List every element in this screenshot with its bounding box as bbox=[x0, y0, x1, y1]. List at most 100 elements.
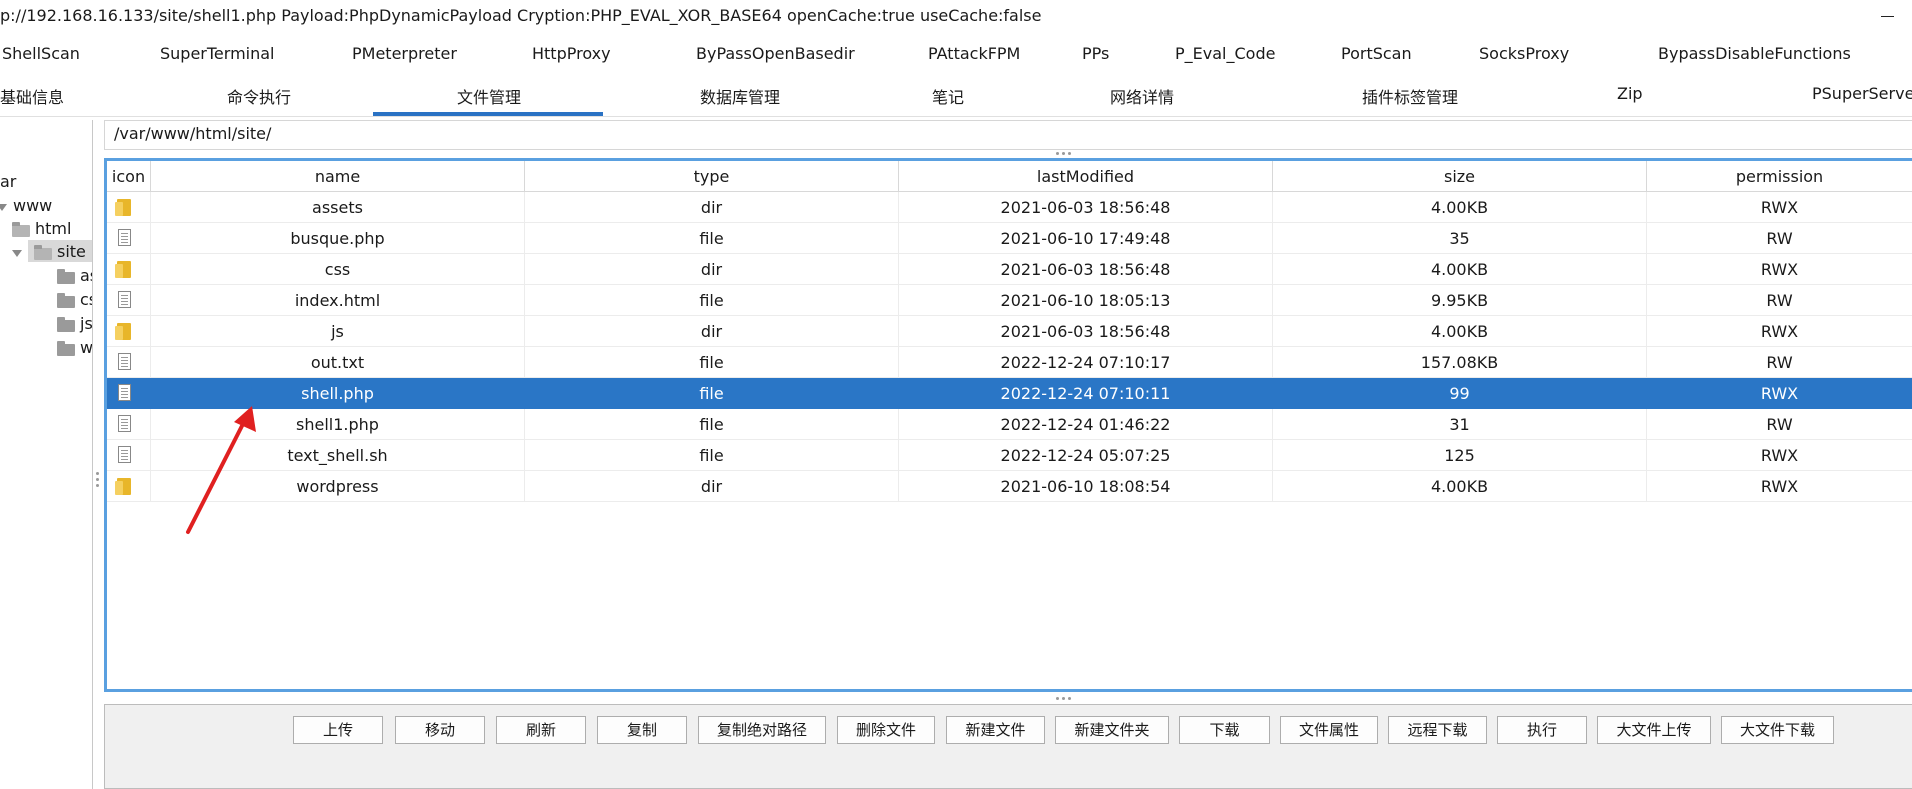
cell-type: file bbox=[525, 409, 899, 440]
cell-size: 4.00KB bbox=[1273, 254, 1647, 285]
cell-size: 125 bbox=[1273, 440, 1647, 471]
tab-pmeterpreter[interactable]: PMeterpreter bbox=[352, 44, 457, 63]
copy-button[interactable]: 复制 bbox=[597, 716, 687, 744]
table-row[interactable]: index.html file 2021-06-10 18:05:13 9.95KB R… bbox=[107, 285, 1912, 316]
tab-notes[interactable]: 笔记 bbox=[932, 84, 964, 108]
tree-node-label: site bbox=[57, 242, 86, 261]
tab-bypassdisablefunctions[interactable]: BypassDisableFunctions bbox=[1658, 44, 1851, 63]
path-input-value: /var/www/html/site/ bbox=[114, 124, 272, 143]
cell-permission: RW bbox=[1766, 291, 1793, 310]
cell-name: index.html bbox=[151, 285, 525, 316]
table-row[interactable]: js dir 2021-06-03 18:56:48 4.00KB RWX bbox=[107, 316, 1912, 347]
table-row[interactable]: wordpress dir 2021-06-10 18:08:54 4.00KB RWX bbox=[107, 471, 1912, 502]
tree-expand-icon[interactable] bbox=[0, 204, 7, 211]
large-file-download-button[interactable]: 大文件下载 bbox=[1721, 716, 1834, 744]
table-row[interactable]: css dir 2021-06-03 18:56:48 4.00KB RWX bbox=[107, 254, 1912, 285]
directory-tree[interactable]: ar www html site as cs js w bbox=[0, 120, 93, 789]
tab-bypassopenbasedir[interactable]: ByPassOpenBasedir bbox=[696, 44, 855, 63]
tab-command-exec[interactable]: 命令执行 bbox=[227, 84, 291, 108]
tab-plugin-manager[interactable]: 插件标签管理 bbox=[1362, 84, 1458, 108]
cell-type: dir bbox=[525, 254, 899, 285]
tab-file-manager[interactable]: 文件管理 bbox=[457, 84, 521, 108]
tab-socksproxy[interactable]: SocksProxy bbox=[1479, 44, 1569, 63]
cell-permission: RWX bbox=[1760, 384, 1799, 403]
tab-shellscan[interactable]: ShellScan bbox=[2, 44, 80, 63]
large-file-upload-button[interactable]: 大文件上传 bbox=[1597, 716, 1711, 744]
download-button[interactable]: 下载 bbox=[1179, 716, 1270, 744]
table-row[interactable]: shell.php file 2022-12-24 07:10:11 99 RWX bbox=[107, 378, 1912, 409]
file-icon bbox=[118, 291, 131, 308]
cell-icon bbox=[107, 471, 151, 502]
horizontal-splitter-handle[interactable] bbox=[1056, 152, 1076, 155]
remote-download-button[interactable]: 远程下载 bbox=[1388, 716, 1487, 744]
table-row[interactable]: busque.php file 2021-06-10 17:49:48 35 RW bbox=[107, 223, 1912, 254]
folder-open-icon bbox=[12, 222, 30, 237]
horizontal-splitter-handle[interactable] bbox=[1056, 697, 1076, 700]
tree-expand-icon[interactable] bbox=[12, 250, 22, 257]
file-properties-button[interactable]: 文件属性 bbox=[1280, 716, 1378, 744]
tab-network[interactable]: 网络详情 bbox=[1110, 84, 1174, 108]
cell-type: file bbox=[525, 223, 899, 254]
cell-icon bbox=[107, 440, 151, 471]
cell-type: file bbox=[699, 384, 724, 403]
tree-node-label: www bbox=[13, 196, 53, 215]
action-button-panel: 上传 移动 刷新 复制 复制绝对路径 删除文件 新建文件 新建文件夹 下载 文件… bbox=[104, 704, 1912, 789]
execute-button[interactable]: 执行 bbox=[1497, 716, 1587, 744]
cell-type: file bbox=[525, 440, 899, 471]
table-row[interactable]: shell1.php file 2022-12-24 01:46:22 31 RW bbox=[107, 409, 1912, 440]
tree-node-label: ar bbox=[0, 172, 17, 191]
tab-p-eval-code[interactable]: P_Eval_Code bbox=[1175, 44, 1275, 63]
row-divider bbox=[107, 501, 1912, 502]
delete-file-button[interactable]: 删除文件 bbox=[837, 716, 935, 744]
folder-icon bbox=[57, 341, 75, 356]
cell-icon bbox=[107, 223, 151, 254]
cell-size: 4.00KB bbox=[1273, 471, 1647, 502]
column-header-size[interactable]: size bbox=[1273, 161, 1647, 192]
cell-type: file bbox=[525, 285, 899, 316]
cell-permission: RWX bbox=[1760, 322, 1799, 341]
tab-basic-info[interactable]: 基础信息 bbox=[0, 84, 64, 108]
cell-icon bbox=[107, 192, 151, 223]
folder-icon bbox=[115, 261, 131, 278]
title-bar: p://192.168.16.133/site/shell1.php Paylo… bbox=[0, 0, 1912, 34]
cell-name: busque.php bbox=[151, 223, 525, 254]
cell-name: out.txt bbox=[151, 347, 525, 378]
tab-portscan[interactable]: PortScan bbox=[1341, 44, 1412, 63]
new-file-button[interactable]: 新建文件 bbox=[946, 716, 1045, 744]
upload-button[interactable]: 上传 bbox=[293, 716, 383, 744]
cell-type: dir bbox=[525, 192, 899, 223]
cell-permission: RWX bbox=[1760, 260, 1799, 279]
file-icon bbox=[118, 415, 131, 432]
column-header-icon[interactable]: icon bbox=[107, 161, 151, 192]
cell-permission: RW bbox=[1766, 415, 1793, 434]
minimize-button[interactable] bbox=[1872, 2, 1902, 32]
tab-zip[interactable]: Zip bbox=[1617, 84, 1643, 103]
column-header-type[interactable]: type bbox=[525, 161, 899, 192]
tab-pps[interactable]: PPs bbox=[1082, 44, 1109, 63]
tab-database[interactable]: 数据库管理 bbox=[700, 84, 780, 108]
cell-size: 4.00KB bbox=[1273, 192, 1647, 223]
copy-absolute-path-button[interactable]: 复制绝对路径 bbox=[698, 716, 826, 744]
table-row[interactable]: assets dir 2021-06-03 18:56:48 4.00KB RWX bbox=[107, 192, 1912, 223]
tree-node-label: html bbox=[35, 219, 72, 238]
refresh-button[interactable]: 刷新 bbox=[496, 716, 586, 744]
table-row[interactable]: text_shell.sh file 2022-12-24 05:07:25 125 R… bbox=[107, 440, 1912, 471]
file-table[interactable]: icon name type lastModified size permiss… bbox=[104, 158, 1912, 692]
column-header-name[interactable]: name bbox=[151, 161, 525, 192]
table-row[interactable]: out.txt file 2022-12-24 07:10:17 157.08KB RW bbox=[107, 347, 1912, 378]
column-header-lastmodified[interactable]: lastModified bbox=[899, 161, 1273, 192]
tree-node-label: as bbox=[80, 266, 92, 285]
column-header-permission[interactable]: permission bbox=[1647, 161, 1912, 192]
cell-lastmodified: 2021-06-10 18:08:54 bbox=[899, 471, 1273, 502]
tab-httpproxy[interactable]: HttpProxy bbox=[532, 44, 611, 63]
tab-pattackfpm[interactable]: PAttackFPM bbox=[928, 44, 1020, 63]
tab-psuperserver[interactable]: PSuperServer bbox=[1812, 84, 1912, 103]
vertical-splitter-handle[interactable] bbox=[96, 472, 99, 492]
path-input[interactable]: /var/www/html/site/ bbox=[104, 120, 1912, 150]
annotation-arrow-icon bbox=[186, 406, 256, 534]
move-button[interactable]: 移动 bbox=[395, 716, 485, 744]
file-icon bbox=[118, 446, 131, 463]
tab-superterminal[interactable]: SuperTerminal bbox=[160, 44, 275, 63]
new-folder-button[interactable]: 新建文件夹 bbox=[1055, 716, 1169, 744]
folder-icon bbox=[57, 269, 75, 284]
